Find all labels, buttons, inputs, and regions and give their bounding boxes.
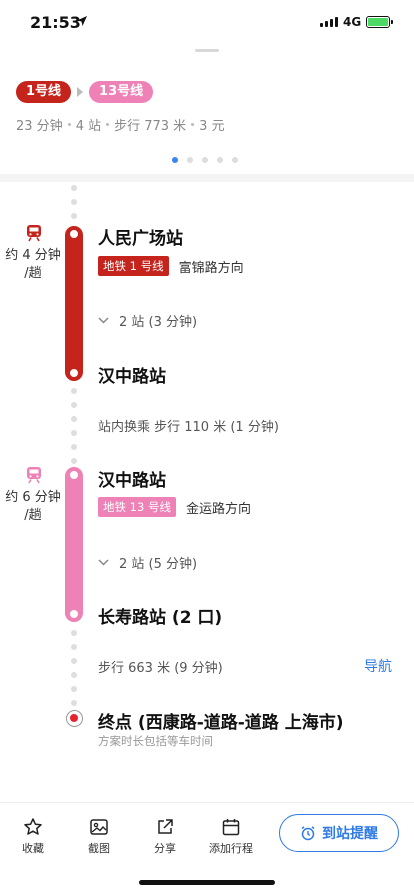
add-trip-button[interactable]: 添加行程: [203, 817, 259, 856]
segment1-line-info: 地铁 1 号线 富锦路方向: [98, 256, 244, 276]
segment1-wait-time: 约 4 分钟 /趟: [5, 248, 61, 281]
route-line-chips: 1号线 13号线: [16, 81, 154, 103]
chevron-right-icon: [77, 87, 84, 97]
trail-dot: [71, 458, 77, 464]
status-time: 21:53: [30, 13, 81, 32]
trail-dot: [71, 199, 77, 205]
chevron-down-icon: [98, 559, 109, 566]
line-direction: 富锦路方向: [178, 260, 244, 276]
trail-dot: [71, 416, 77, 422]
destination-title: 终点 (西康路-道路-道路 上海市): [98, 713, 344, 733]
line-tag: 地铁 13 号线: [98, 497, 176, 517]
cellular-signal-icon: [320, 17, 338, 27]
trail-dot: [71, 388, 77, 394]
section-divider: [0, 174, 414, 182]
route-summary: 23 分钟 4 站 步行 773 米 3 元: [16, 115, 225, 134]
final-walk-info: 步行 663 米 (9 分钟): [98, 661, 223, 676]
line-chip-13: 13号线: [89, 81, 154, 103]
line-chip-1: 1号线: [16, 81, 72, 103]
trail-dot: [71, 185, 77, 191]
line1-rail: [65, 226, 83, 381]
transfer-info: 站内换乘 步行 110 米 (1 分钟): [98, 420, 279, 435]
trail-dot: [71, 213, 77, 219]
pager-dot[interactable]: [187, 157, 193, 163]
status-bar: 21:53 4G: [0, 0, 414, 44]
destination-note: 方案时长包括等车时间: [98, 734, 213, 748]
subway-icon: [27, 225, 41, 242]
alarm-clock-icon: [301, 826, 315, 841]
pager-dot[interactable]: [232, 157, 238, 163]
favorite-button[interactable]: 收藏: [5, 817, 61, 856]
trail-dot: [71, 672, 77, 678]
home-indicator[interactable]: [139, 880, 275, 885]
line-tag: 地铁 1 号线: [98, 256, 169, 276]
battery-icon: [366, 16, 393, 28]
subway-icon: [27, 467, 41, 484]
summary-walk: 步行 773 米: [114, 119, 187, 134]
pager-dot[interactable]: [202, 157, 208, 163]
segment2-wait-time: 约 6 分钟 /趟: [5, 490, 61, 523]
pager-dot[interactable]: [217, 157, 223, 163]
segment2-board-station[interactable]: 汉中路站: [98, 466, 166, 491]
segment2-stops-toggle[interactable]: 2 站 (5 分钟): [98, 553, 197, 572]
share-button[interactable]: 分享: [137, 817, 193, 856]
summary-duration: 23 分钟: [16, 119, 63, 134]
destination-marker-icon: [66, 710, 83, 727]
trail-dot: [71, 686, 77, 692]
arrival-reminder-button[interactable]: 到站提醒: [279, 814, 399, 852]
summary-fare: 3 元: [199, 119, 225, 134]
line-direction: 金运路方向: [185, 501, 251, 517]
segment1-board-station[interactable]: 人民广场站: [98, 224, 183, 249]
station-node: [67, 227, 81, 241]
calendar-icon: [222, 819, 240, 836]
station-node: [67, 366, 81, 380]
summary-stations: 4 站: [75, 119, 102, 134]
navigate-link[interactable]: 导航: [364, 656, 392, 676]
pager-dot[interactable]: [172, 157, 178, 163]
segment1-stops-toggle[interactable]: 2 站 (3 分钟): [98, 311, 197, 330]
trail-dot: [71, 430, 77, 436]
sheet-grabber[interactable]: [195, 49, 219, 52]
segment1-alight-station[interactable]: 汉中路站: [98, 362, 166, 387]
trail-dot: [71, 644, 77, 650]
star-icon: [24, 818, 42, 835]
segment2-alight-station[interactable]: 长寿路站 (2 口): [98, 603, 222, 628]
route-pager[interactable]: [172, 157, 238, 163]
network-type: 4G: [343, 15, 362, 29]
trail-dot: [71, 402, 77, 408]
image-icon: [90, 819, 108, 835]
chevron-down-icon: [98, 317, 109, 324]
screenshot-button[interactable]: 截图: [71, 817, 127, 856]
trail-dot: [71, 658, 77, 664]
trail-dot: [71, 700, 77, 706]
location-arrow-icon: [77, 16, 87, 26]
station-node: [67, 607, 81, 621]
station-node: [67, 468, 81, 482]
share-icon: [158, 819, 173, 834]
trail-dot: [71, 630, 77, 636]
segment2-line-info: 地铁 13 号线 金运路方向: [98, 497, 251, 517]
line13-rail: [65, 467, 83, 622]
trail-dot: [71, 444, 77, 450]
